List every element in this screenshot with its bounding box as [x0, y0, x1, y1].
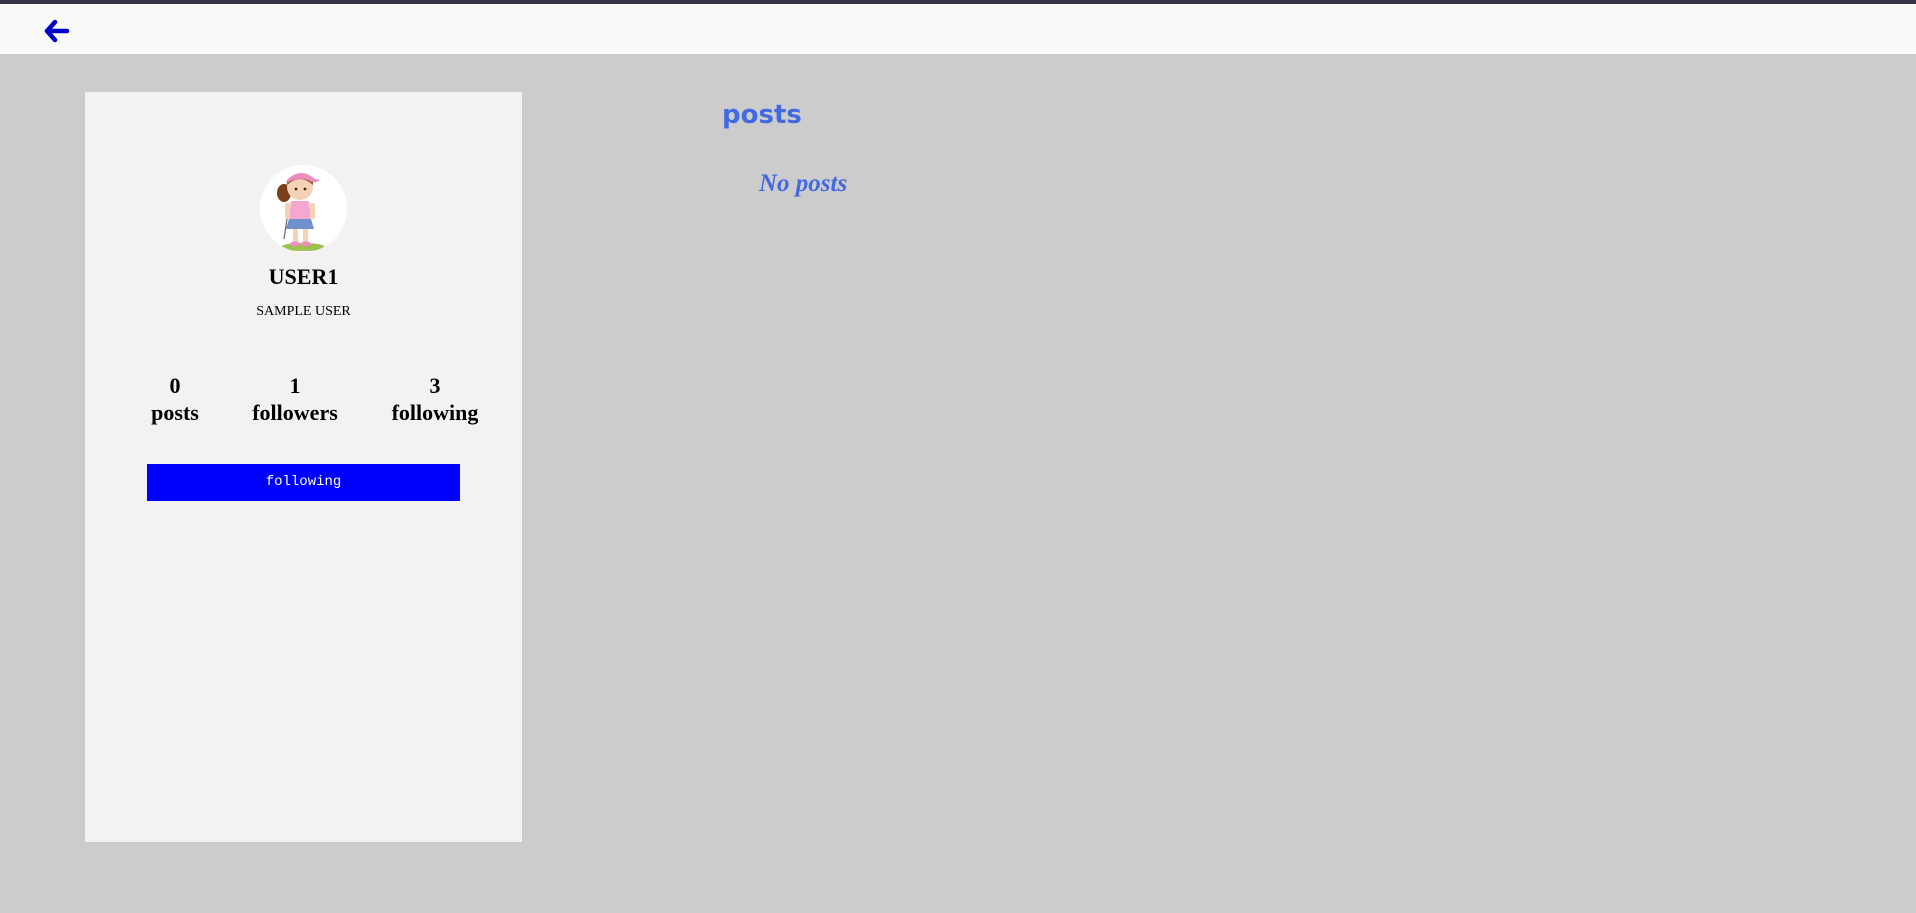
top-bar [0, 4, 1916, 54]
posts-heading: posts [722, 100, 802, 130]
profile-username: USER1 [268, 264, 339, 289]
no-posts-message: No posts [759, 170, 848, 197]
avatar[interactable] [260, 165, 347, 252]
back-button[interactable] [44, 18, 70, 44]
stat-posts-count: 0 [169, 373, 181, 398]
stat-following[interactable]: 3 following [375, 372, 495, 426]
stat-posts-label: posts [151, 400, 199, 425]
avatar-image [260, 165, 347, 252]
stat-followers-label: followers [252, 400, 338, 425]
stat-following-count: 3 [429, 373, 441, 398]
stat-posts: 0 posts [130, 372, 220, 426]
profile-full-name: SAMPLE USER [256, 304, 351, 319]
following-button[interactable]: following [147, 464, 460, 501]
stat-following-label: following [391, 400, 479, 425]
stat-followers-count: 1 [289, 373, 301, 398]
stat-followers[interactable]: 1 followers [235, 372, 355, 426]
arrow-left-icon [44, 19, 70, 43]
profile-card: USER1 SAMPLE USER 0 posts 1 followers 3 … [85, 92, 522, 842]
